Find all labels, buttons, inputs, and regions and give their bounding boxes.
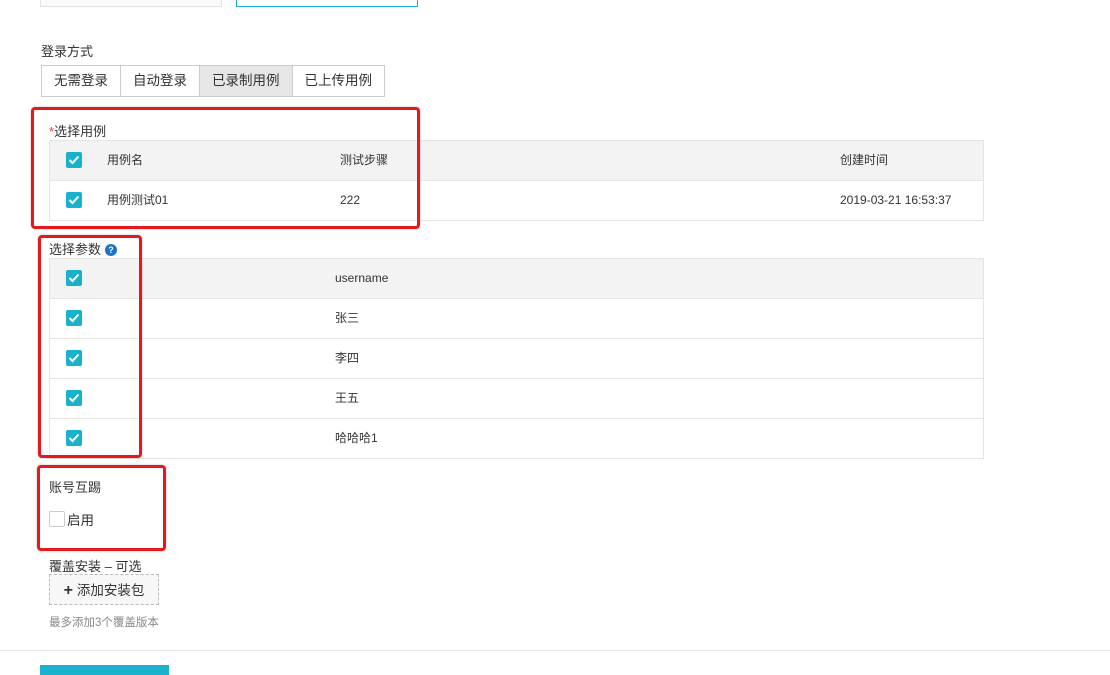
case-table-header: 用例名 测试步骤 创建时间 <box>50 141 983 180</box>
table-row: 哈哈哈1 <box>50 418 983 458</box>
check-icon <box>68 433 80 443</box>
add-package-button[interactable]: + 添加安装包 <box>49 574 159 605</box>
select-params-label-text: 选择参数 <box>49 242 102 257</box>
param-row-checkbox[interactable] <box>66 310 82 326</box>
param-value-cell: 哈哈哈1 <box>335 431 378 445</box>
login-mode-option-uploaded[interactable]: 已上传用例 <box>292 66 384 96</box>
params-table: username 张三 李四 王五 哈哈哈1 <box>49 258 984 459</box>
enable-checkbox-label: 启用 <box>67 513 94 528</box>
upper-input-left[interactable] <box>40 0 222 7</box>
params-table-header: username <box>50 259 983 298</box>
param-value-cell: 王五 <box>335 391 360 405</box>
column-case-name: 用例名 <box>107 153 144 167</box>
table-row: 李四 <box>50 338 983 378</box>
login-mode-option-auto[interactable]: 自动登录 <box>121 66 200 96</box>
params-select-all-checkbox[interactable] <box>66 270 82 286</box>
plus-icon: + <box>63 582 73 599</box>
submit-button[interactable] <box>40 665 169 675</box>
add-package-hint: 最多添加3个覆盖版本 <box>49 617 159 629</box>
check-icon <box>68 195 80 205</box>
case-row-checkbox[interactable] <box>66 192 82 208</box>
login-mode-option-none[interactable]: 无需登录 <box>42 66 121 96</box>
question-circle-icon[interactable]: ? <box>105 244 118 256</box>
footer-divider <box>0 650 1110 651</box>
login-mode-segmented-control: 无需登录 自动登录 已录制用例 已上传用例 <box>41 65 385 97</box>
check-icon <box>68 155 80 165</box>
login-mode-option-recorded[interactable]: 已录制用例 <box>200 66 293 96</box>
select-case-label-text: 选择用例 <box>54 124 107 139</box>
check-icon <box>68 313 80 323</box>
check-icon <box>68 393 80 403</box>
check-icon <box>68 353 80 363</box>
param-row-checkbox[interactable] <box>66 350 82 366</box>
check-icon <box>68 273 80 283</box>
column-created-time: 创建时间 <box>840 153 889 167</box>
case-name-cell: 用例测试01 <box>107 193 169 207</box>
case-created-cell: 2019-03-21 16:53:37 <box>840 193 952 207</box>
case-table: 用例名 测试步骤 创建时间 用例测试01 222 2019-03-21 16:5… <box>49 140 984 221</box>
select-case-label: *选择用例 <box>49 121 106 140</box>
enable-checkbox-wrapper[interactable]: 启用 <box>49 509 94 529</box>
table-row: 张三 <box>50 298 983 338</box>
param-row-checkbox[interactable] <box>66 430 82 446</box>
enable-checkbox[interactable] <box>49 511 65 527</box>
param-value-cell: 李四 <box>335 351 360 365</box>
select-params-label: 选择参数? <box>49 239 118 258</box>
table-row: 王五 <box>50 378 983 418</box>
case-steps-cell: 222 <box>340 193 361 207</box>
param-row-checkbox[interactable] <box>66 390 82 406</box>
add-package-label: 添加安装包 <box>76 583 145 598</box>
account-kick-label: 账号互踢 <box>49 480 102 495</box>
table-row: 用例测试01 222 2019-03-21 16:53:37 <box>50 180 983 220</box>
column-username: username <box>335 271 389 285</box>
case-select-all-checkbox[interactable] <box>66 152 82 168</box>
column-test-steps: 测试步骤 <box>340 153 389 167</box>
upper-input-right[interactable] <box>236 0 418 7</box>
overwrite-install-label: 覆盖安装 – 可选 <box>49 559 142 574</box>
login-mode-label: 登录方式 <box>41 44 94 59</box>
param-value-cell: 张三 <box>335 311 360 325</box>
